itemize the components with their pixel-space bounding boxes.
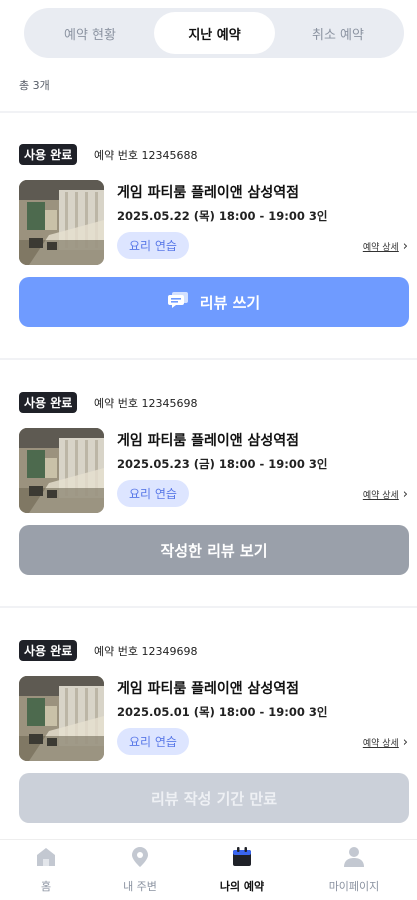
nav-item-my-page[interactable]: 마이페이지 (302, 846, 406, 894)
nav-label: 내 주변 (123, 880, 157, 893)
total-count: 총 3개 (19, 79, 50, 92)
view-review-button[interactable]: 작성한 리뷰 보기 (19, 525, 409, 575)
reservation-number: 예약 번호 12345698 (94, 397, 198, 410)
detail-label: 예약 상세 (362, 491, 399, 501)
nav-item-my-reservations[interactable]: 나의 예약 (190, 846, 294, 894)
reservation-datetime: 2025.05.01 (목) 18:00 - 19:00 3인 (117, 705, 328, 719)
detail-label: 예약 상세 (362, 739, 399, 749)
location-pin-icon (129, 846, 151, 872)
chevron-right-icon: › (402, 486, 408, 502)
button-label: 작성한 리뷰 보기 (160, 541, 268, 560)
tab-current-reservations[interactable]: 예약 현황 (30, 12, 150, 54)
nav-label: 마이페이지 (328, 880, 380, 893)
nav-label: 홈 (40, 880, 52, 893)
bottom-navigation: 홈 내 주변 나의 예약 마이페이지 (0, 839, 417, 900)
status-badge: 사용 완료 (19, 392, 78, 413)
venue-title: 게임 파티룸 플레이앤 삼성역점 (117, 185, 300, 201)
venue-title: 게임 파티룸 플레이앤 삼성역점 (117, 681, 300, 697)
venue-title: 게임 파티룸 플레이앤 삼성역점 (117, 433, 300, 449)
detail-label: 예약 상세 (362, 243, 399, 253)
reservation-card: 사용 완료 예약 번호 12349698 게임 파티룸 플레이앤 삼성역점 20… (0, 640, 417, 870)
review-icon (167, 292, 188, 312)
reservation-card: 사용 완료 예약 번호 12345688 게임 파티룸 플레이앤 삼성역점 20… (0, 144, 417, 374)
chevron-right-icon: › (402, 734, 408, 750)
purpose-tag: 요리 연습 (117, 728, 189, 755)
purpose-tag: 요리 연습 (117, 480, 189, 507)
chevron-right-icon: › (402, 238, 408, 254)
nav-label: 나의 예약 (219, 880, 265, 893)
divider (0, 606, 417, 608)
button-label: 리뷰 작성 기간 만료 (150, 789, 278, 808)
divider (0, 358, 417, 360)
reservation-detail-link[interactable]: 예약 상세 › (362, 238, 408, 254)
status-badge: 사용 완료 (19, 144, 78, 165)
status-badge: 사용 완료 (19, 640, 78, 661)
divider (0, 111, 417, 113)
reservation-tabs: 예약 현황 지난 예약 취소 예약 (24, 8, 404, 58)
reservation-datetime: 2025.05.23 (금) 18:00 - 19:00 3인 (117, 457, 328, 471)
nav-item-home[interactable]: 홈 (0, 846, 98, 894)
review-expired-button: 리뷰 작성 기간 만료 (19, 773, 409, 823)
reservation-detail-link[interactable]: 예약 상세 › (362, 734, 408, 750)
venue-thumbnail[interactable] (19, 428, 104, 513)
reservation-detail-link[interactable]: 예약 상세 › (362, 486, 408, 502)
venue-thumbnail[interactable] (19, 180, 104, 265)
tab-past-reservations[interactable]: 지난 예약 (154, 12, 275, 54)
button-label: 리뷰 쓰기 (199, 293, 261, 312)
person-icon (343, 846, 365, 872)
reservation-card: 사용 완료 예약 번호 12345698 게임 파티룸 플레이앤 삼성역점 20… (0, 392, 417, 622)
nav-item-nearby[interactable]: 내 주변 (88, 846, 192, 894)
write-review-button[interactable]: 리뷰 쓰기 (19, 277, 409, 327)
venue-thumbnail[interactable] (19, 676, 104, 761)
reservation-number: 예약 번호 12349698 (94, 645, 198, 658)
calendar-icon (231, 846, 253, 872)
tab-cancelled-reservations[interactable]: 취소 예약 (278, 12, 398, 54)
reservation-number: 예약 번호 12345688 (94, 149, 198, 162)
reservation-datetime: 2025.05.22 (목) 18:00 - 19:00 3인 (117, 209, 328, 223)
home-icon (35, 846, 57, 872)
purpose-tag: 요리 연습 (117, 232, 189, 259)
